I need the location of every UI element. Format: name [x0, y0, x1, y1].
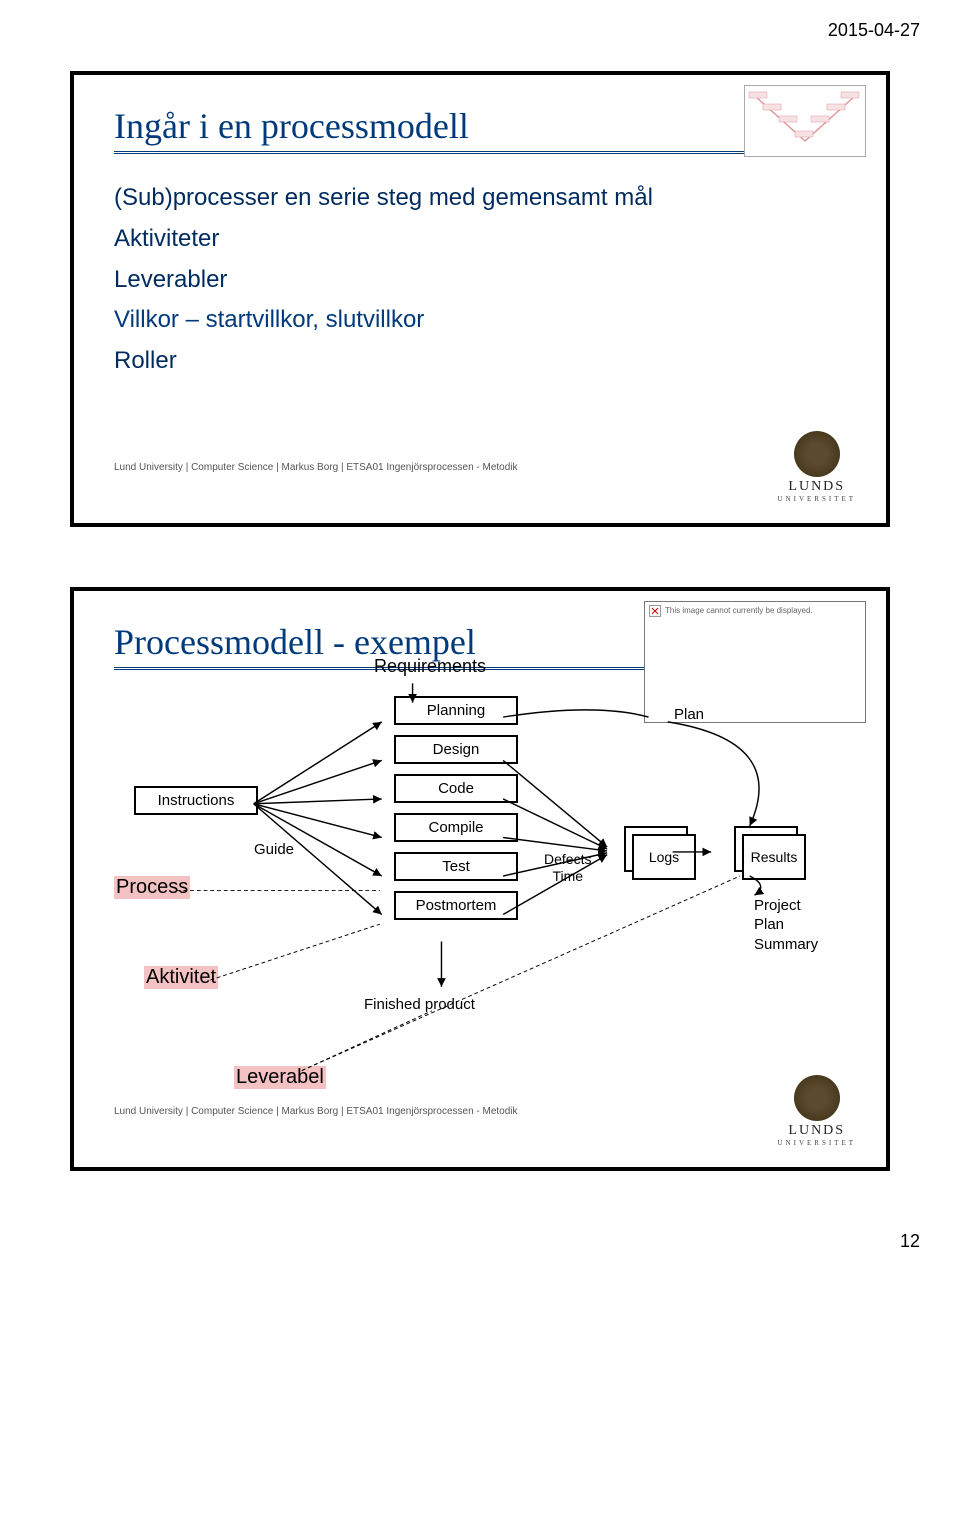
- slide1-footer: Lund University | Computer Science | Mar…: [114, 462, 846, 473]
- bullet-leverabler: Leverabler: [114, 260, 846, 301]
- label-leverabel: Leverabel: [234, 1066, 326, 1089]
- logo-subtext: UNIVERSITET: [778, 1139, 857, 1147]
- label-aktivitet: Aktivitet: [144, 966, 218, 989]
- slide2-footer: Lund University | Computer Science | Mar…: [114, 1106, 846, 1117]
- box-instructions: Instructions: [134, 786, 258, 815]
- lund-logo-2: LUNDS UNIVERSITET: [778, 1075, 857, 1147]
- step-postmortem: Postmortem: [394, 891, 518, 920]
- logo-text: LUNDS: [778, 1123, 857, 1139]
- bullet-villkor: Villkor – startvillkor, slutvillkor: [114, 300, 846, 341]
- label-process: Process: [114, 876, 190, 899]
- step-test: Test: [394, 852, 518, 881]
- seal-icon: [794, 431, 840, 477]
- logo-text: LUNDS: [778, 479, 857, 495]
- label-guide: Guide: [254, 841, 294, 858]
- page-number: 12: [0, 1231, 960, 1272]
- seal-icon: [794, 1075, 840, 1121]
- slide1-bullets: (Sub)processer en serie steg med gemensa…: [114, 178, 846, 382]
- step-design: Design: [394, 735, 518, 764]
- logo-subtext: UNIVERSITET: [778, 495, 857, 503]
- bullet-aktiviteter: Aktiviteter: [114, 219, 846, 260]
- thumb-error-text: This image cannot currently be displayed…: [665, 606, 813, 615]
- label-plan: Plan: [674, 706, 704, 723]
- process-diagram: Requirements Planning Design Code Compil…: [114, 656, 846, 1096]
- broken-image-icon: [649, 605, 661, 617]
- label-summary: Project Plan Summary: [754, 896, 818, 955]
- slide1-title: Ingår i en processmodell: [114, 105, 754, 154]
- page-date: 2015-04-27: [40, 20, 920, 41]
- lund-logo: LUNDS UNIVERSITET: [778, 431, 857, 503]
- step-compile: Compile: [394, 813, 518, 842]
- bullet-roller: Roller: [114, 341, 846, 382]
- bullet-subprocesser: (Sub)processer en serie steg med gemensa…: [114, 178, 846, 219]
- thumb-vmodel-icon: [744, 85, 866, 157]
- step-code: Code: [394, 774, 518, 803]
- slide-1: Ingår i en processmodell (Sub)processer …: [70, 71, 890, 527]
- label-defects-time: DefectsTime: [544, 851, 591, 885]
- step-planning: Planning: [394, 696, 518, 725]
- label-finished: Finished product: [364, 996, 475, 1013]
- slide-2: This image cannot currently be displayed…: [70, 587, 890, 1171]
- label-requirements: Requirements: [374, 656, 486, 677]
